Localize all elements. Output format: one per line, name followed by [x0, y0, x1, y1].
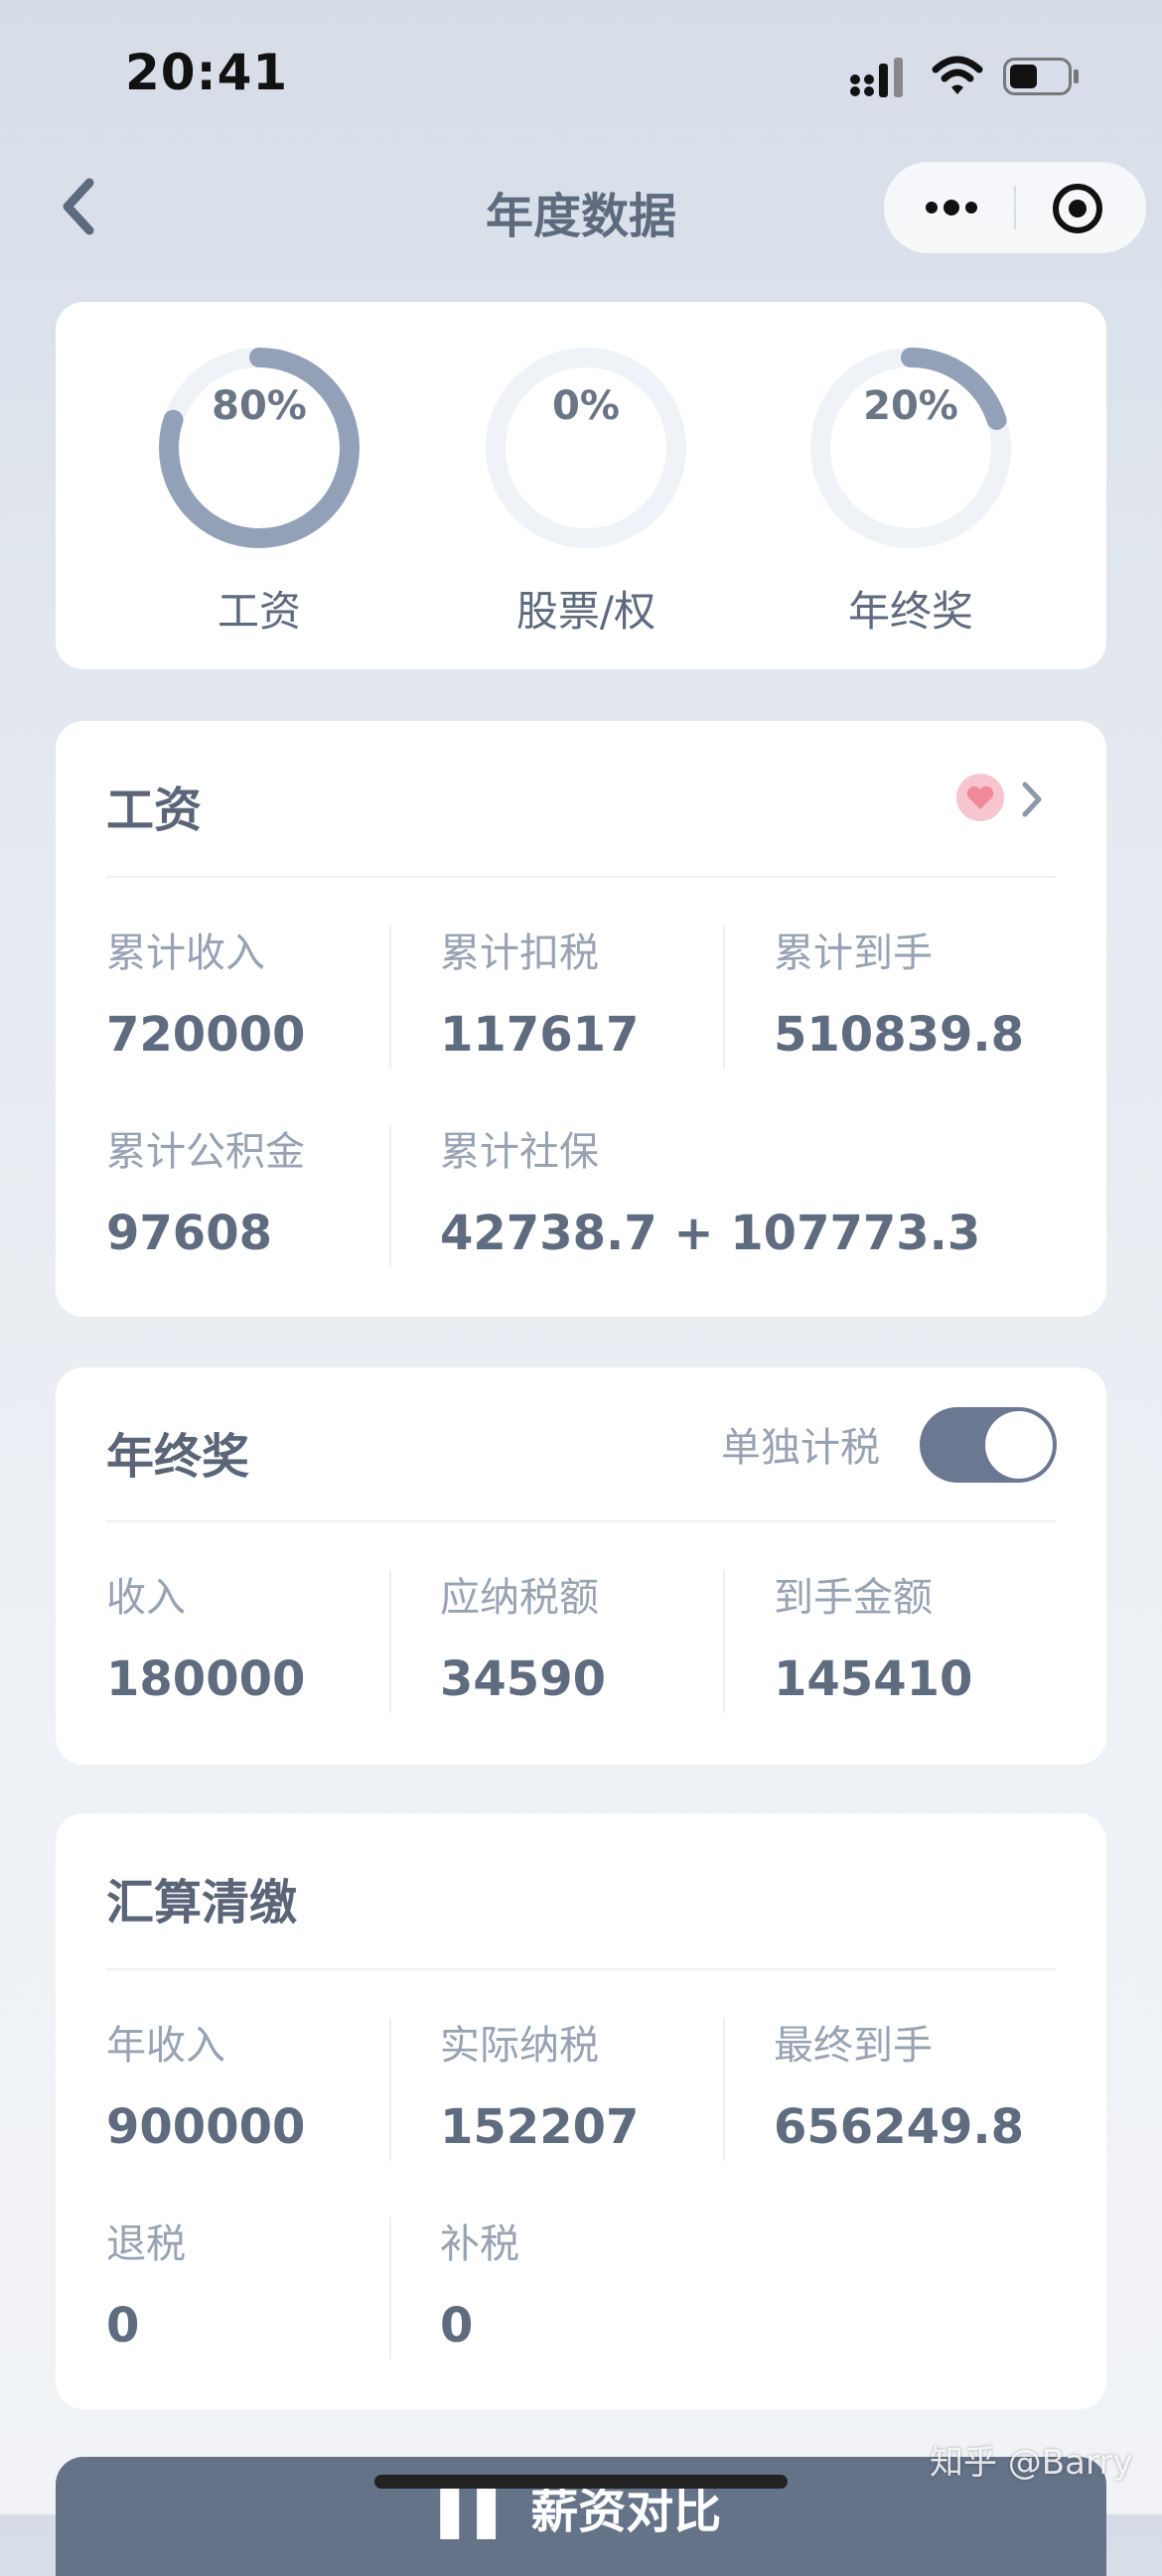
cell-divider	[723, 926, 725, 1069]
close-mini-program-icon[interactable]	[1051, 182, 1104, 235]
cell-divider	[389, 926, 391, 1069]
cell-label: 补税	[440, 2221, 519, 2267]
mini-program-capsule	[883, 161, 1147, 254]
ring-label-salary: 工资	[217, 587, 301, 636]
income-ratio-card: 80% 工资 0% 股票/权 20% 年终奖	[56, 302, 1106, 669]
settlement-separator	[106, 1968, 1056, 1970]
cell-value: 145410	[774, 1651, 973, 1707]
capsule-divider	[1014, 186, 1016, 229]
salary-title: 工资	[106, 783, 203, 838]
cell-divider	[389, 2217, 391, 2360]
settlement-title: 汇算清缴	[106, 1875, 298, 1931]
bonus-separator	[106, 1520, 1056, 1522]
cell-label: 最终到手	[774, 2023, 933, 2069]
ring-percent-stock: 0%	[552, 383, 620, 429]
settlement-cell: 最终到手 656249.8	[774, 2022, 1107, 2155]
bonus-cell: 到手金额 145410	[774, 1574, 1107, 1707]
home-indicator	[374, 2475, 788, 2489]
salary-cell: 累计到手 510839.8	[774, 930, 1107, 1063]
separate-tax-toggle[interactable]	[920, 1407, 1057, 1483]
cellular-signal-icon	[850, 58, 903, 97]
settlement-cell: 补税 0	[440, 2220, 774, 2354]
cell-value: 0	[440, 2298, 474, 2354]
status-time: 20:41	[125, 44, 289, 101]
cell-divider	[389, 1570, 391, 1713]
cell-value: 42738.7 + 107773.3	[440, 1206, 981, 1261]
cell-divider	[389, 2018, 391, 2161]
ring-label-stock: 股票/权	[515, 587, 656, 636]
chevron-right-icon[interactable]	[1017, 775, 1047, 824]
toggle-knob	[985, 1411, 1053, 1479]
bonus-title: 年终奖	[106, 1429, 250, 1485]
salary-cell: 累计社保 42738.7 + 107773.3	[440, 1128, 1036, 1261]
battery-icon	[1003, 58, 1079, 95]
ring-percent-bonus: 20%	[863, 383, 958, 429]
salary-separator	[106, 876, 1056, 878]
cell-value: 656249.8	[774, 2099, 1025, 2155]
cell-label: 累计社保	[440, 1129, 599, 1175]
ring-percent-salary: 80%	[212, 383, 307, 429]
cell-divider	[389, 1124, 391, 1267]
separate-tax-label: 单独计税	[721, 1425, 880, 1471]
heart-icon[interactable]	[955, 773, 1005, 822]
cell-divider	[723, 2018, 725, 2161]
cell-value: 510839.8	[774, 1007, 1025, 1063]
year-end-bonus-card: 年终奖 单独计税 收入 180000 应纳税额 34590 到手金额 14541…	[56, 1367, 1106, 1765]
wifi-icon	[932, 56, 983, 94]
cell-divider	[723, 1570, 725, 1713]
tax-settlement-card: 汇算清缴 年收入 900000 实际纳税 152207 最终到手 656249.…	[56, 1813, 1106, 2409]
ring-label-bonus: 年终奖	[847, 587, 973, 636]
watermark: 知乎 @Barry	[930, 2443, 1133, 2483]
salary-card: 工资 累计收入 720000 累计扣税 117617 累计到手 510839.8…	[56, 721, 1106, 1317]
cell-label: 到手金额	[774, 1575, 933, 1621]
more-options-icon[interactable]	[920, 184, 983, 231]
cell-label: 累计到手	[774, 930, 933, 976]
